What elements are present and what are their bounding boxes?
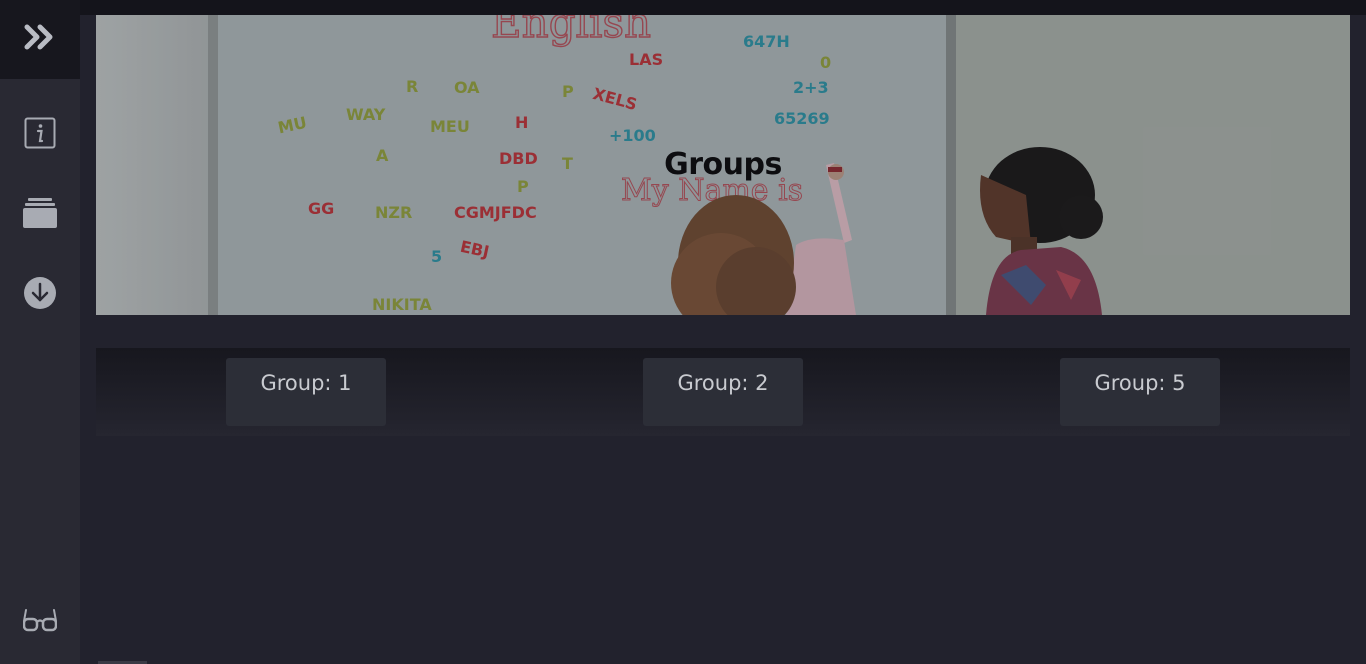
- info-icon[interactable]: [24, 117, 56, 154]
- groups-list: Group: 1 Group: 2 Group: 5: [96, 348, 1350, 436]
- double-chevron-right-icon[interactable]: [24, 24, 56, 55]
- sidebar: [0, 0, 80, 664]
- info-button[interactable]: [0, 113, 80, 157]
- collections-button[interactable]: [0, 193, 80, 237]
- glasses-icon[interactable]: [22, 607, 58, 638]
- sidebar-toggle[interactable]: [0, 0, 80, 79]
- accessibility-button[interactable]: [0, 600, 80, 644]
- group-button-5[interactable]: Group: 5: [1060, 358, 1220, 426]
- hero-banner: English My Name is LAS R OA P XELS MU WA…: [96, 15, 1350, 315]
- page-title: Groups: [664, 147, 782, 182]
- layers-icon[interactable]: [23, 197, 57, 233]
- group-button-1[interactable]: Group: 1: [226, 358, 386, 426]
- download-button[interactable]: [0, 273, 80, 317]
- group-button-2[interactable]: Group: 2: [643, 358, 803, 426]
- top-bar: [80, 0, 1366, 15]
- download-icon[interactable]: [24, 276, 56, 314]
